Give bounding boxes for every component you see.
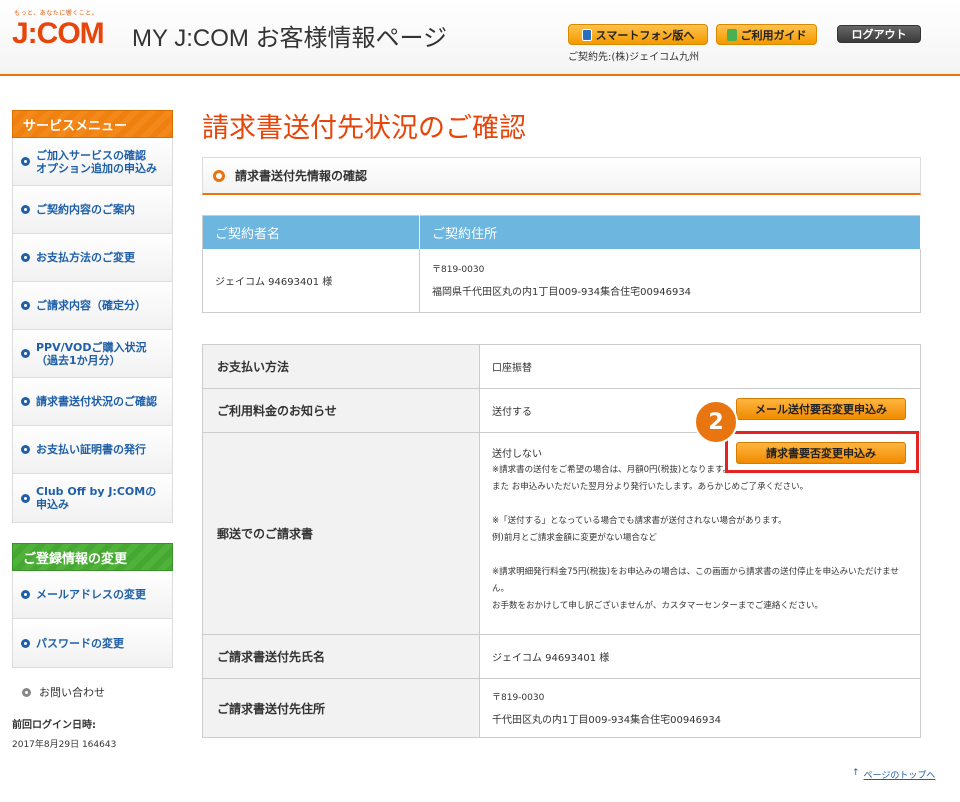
note-line: 例)前月とご請求金額に変更がない場合など	[492, 533, 657, 543]
logo-area[interactable]: もっと、あなたに響くこと。 J:COM	[12, 8, 105, 51]
bullet-icon	[21, 493, 30, 503]
note-line	[492, 547, 908, 564]
tagline: もっと、あなたに響くこと。	[14, 10, 99, 17]
section-header: 請求書送付先情報の確認	[202, 157, 921, 195]
note-line: また お申込みいただいた翌月分より発行いたします。あらかじめご了承ください。	[492, 482, 809, 492]
page-top-link[interactable]: ↑ ページのトップへ	[852, 768, 935, 781]
contract-info: ご契約先:(株)ジェイコム九州	[568, 52, 700, 63]
bullet-icon	[21, 349, 30, 358]
sidebar-item-billing[interactable]: ご請求内容（確定分）	[13, 282, 172, 330]
service-menu-list: ご加入サービスの確認 オプション追加の申込み ご契約内容のご案内 お支払方法のご…	[12, 138, 173, 523]
table-row: ご請求書送付先氏名 ジェイコム 94693401 様	[203, 635, 920, 679]
header-contract-address: ご契約住所	[419, 215, 921, 249]
bullet-icon	[21, 397, 30, 406]
note-line	[492, 496, 908, 513]
bullet-icon	[21, 157, 30, 166]
sidebar-item-club-off[interactable]: Club Off by J:COMの 申込み	[13, 474, 172, 522]
registration-list: メールアドレスの変更 パスワードの変更	[12, 571, 173, 668]
recipient-address: 千代田区丸の内1丁目009-934集合住宅00946934	[492, 715, 722, 726]
notice-label: ご利用料金のお知らせ	[203, 389, 480, 432]
note-line: ※「送付する」となっている場合でも請求書が送付されない場合があります。	[492, 516, 787, 526]
bullet-icon	[21, 253, 30, 262]
service-menu-title: サービスメニュー	[12, 110, 173, 138]
sidebar-item-invoice-status[interactable]: 請求書送付状況のご確認	[13, 378, 172, 426]
page-title: 請求書送付先状況のご確認	[202, 113, 526, 143]
site-title: MY J:COM お客様情報ページ	[132, 25, 448, 52]
bullet-icon	[21, 301, 30, 310]
mail-change-button[interactable]: メール送付要否変更申込み	[736, 398, 906, 420]
table-row: お支払い方法 口座振替	[203, 345, 920, 389]
ring-icon	[213, 169, 225, 182]
contract-address: 福岡県千代田区丸の内1丁目009-934集合住宅00946934	[432, 287, 692, 299]
inquiry-link[interactable]: お問い合わせ	[12, 684, 173, 700]
postal-invoice-label: 郵送でのご請求書	[203, 433, 480, 634]
highlight-box	[725, 431, 919, 473]
sidebar-item-payment-certificate[interactable]: お支払い証明書の発行	[13, 426, 172, 474]
sidebar-item-contract[interactable]: ご契約内容のご案内	[13, 186, 172, 234]
bullet-icon	[21, 205, 30, 214]
table-row: ご請求書送付先住所 〒819-0030 千代田区丸の内1丁目009-934集合住…	[203, 679, 920, 737]
smartphone-icon	[581, 28, 592, 41]
up-arrow-icon: ↑	[852, 768, 860, 778]
contract-table: ご契約者名 ご契約住所 ジェイコム 94693401 様 〒819-0030 福…	[202, 215, 921, 313]
note-line: お手数をおかけして申し訳ございませんが、カスタマーセンターまでご連絡ください。	[492, 601, 823, 611]
recipient-name-label: ご請求書送付先氏名	[203, 635, 480, 678]
last-login-value: 2017年8月29日 164643	[12, 740, 117, 750]
section-title: 請求書送付先情報の確認	[235, 169, 368, 183]
header-contract-name: ご契約者名	[202, 215, 420, 249]
bullet-icon	[21, 590, 30, 599]
registration-title: ご登録情報の変更	[12, 543, 173, 571]
smartphone-button[interactable]: スマートフォン版へ	[568, 24, 708, 45]
bullet-icon	[21, 638, 30, 648]
jcom-logo[interactable]: J:COM	[12, 17, 105, 51]
payment-label: お支払い方法	[203, 345, 480, 388]
payment-value: 口座振替	[492, 363, 532, 374]
sidebar-item-password-change[interactable]: パスワードの変更	[13, 619, 172, 667]
recipient-address-label: ご請求書送付先住所	[203, 679, 480, 737]
contract-name: ジェイコム 94693401 様	[202, 248, 420, 313]
sidebar-item-ppv-vod[interactable]: PPV/VODご購入状況 （過去1か月分）	[13, 330, 172, 378]
bullet-icon	[22, 687, 31, 697]
sidebar: サービスメニュー ご加入サービスの確認 オプション追加の申込み ご契約内容のご案…	[12, 110, 173, 750]
logout-button[interactable]: ログアウト	[837, 25, 921, 43]
guide-button[interactable]: ご利用ガイド	[716, 24, 817, 45]
sidebar-item-services[interactable]: ご加入サービスの確認 オプション追加の申込み	[13, 138, 172, 186]
sidebar-item-email-change[interactable]: メールアドレスの変更	[13, 571, 172, 619]
contract-postal: 〒819-0030	[432, 265, 485, 276]
step-badge: 2	[694, 400, 738, 444]
sidebar-item-payment-method[interactable]: お支払方法のご変更	[13, 234, 172, 282]
note-line: ※請求明細発行料金75円(税抜)をお申込みの場合は、この画面から請求書の送付停止…	[492, 567, 899, 577]
page-header: もっと、あなたに響くこと。 J:COM MY J:COM お客様情報ページ スマ…	[0, 0, 960, 76]
contract-address-cell: 〒819-0030 福岡県千代田区丸の内1丁目009-934集合住宅009469…	[419, 248, 921, 313]
note-line: ん。	[492, 584, 510, 594]
recipient-postal: 〒819-0030	[492, 693, 545, 703]
last-login-label: 前回ログイン日時:	[12, 720, 96, 731]
guide-icon	[726, 28, 737, 41]
recipient-name-value: ジェイコム 94693401 様	[492, 653, 610, 664]
recipient-address-cell: 〒819-0030 千代田区丸の内1丁目009-934集合住宅00946934	[480, 679, 920, 737]
bullet-icon	[21, 445, 30, 454]
